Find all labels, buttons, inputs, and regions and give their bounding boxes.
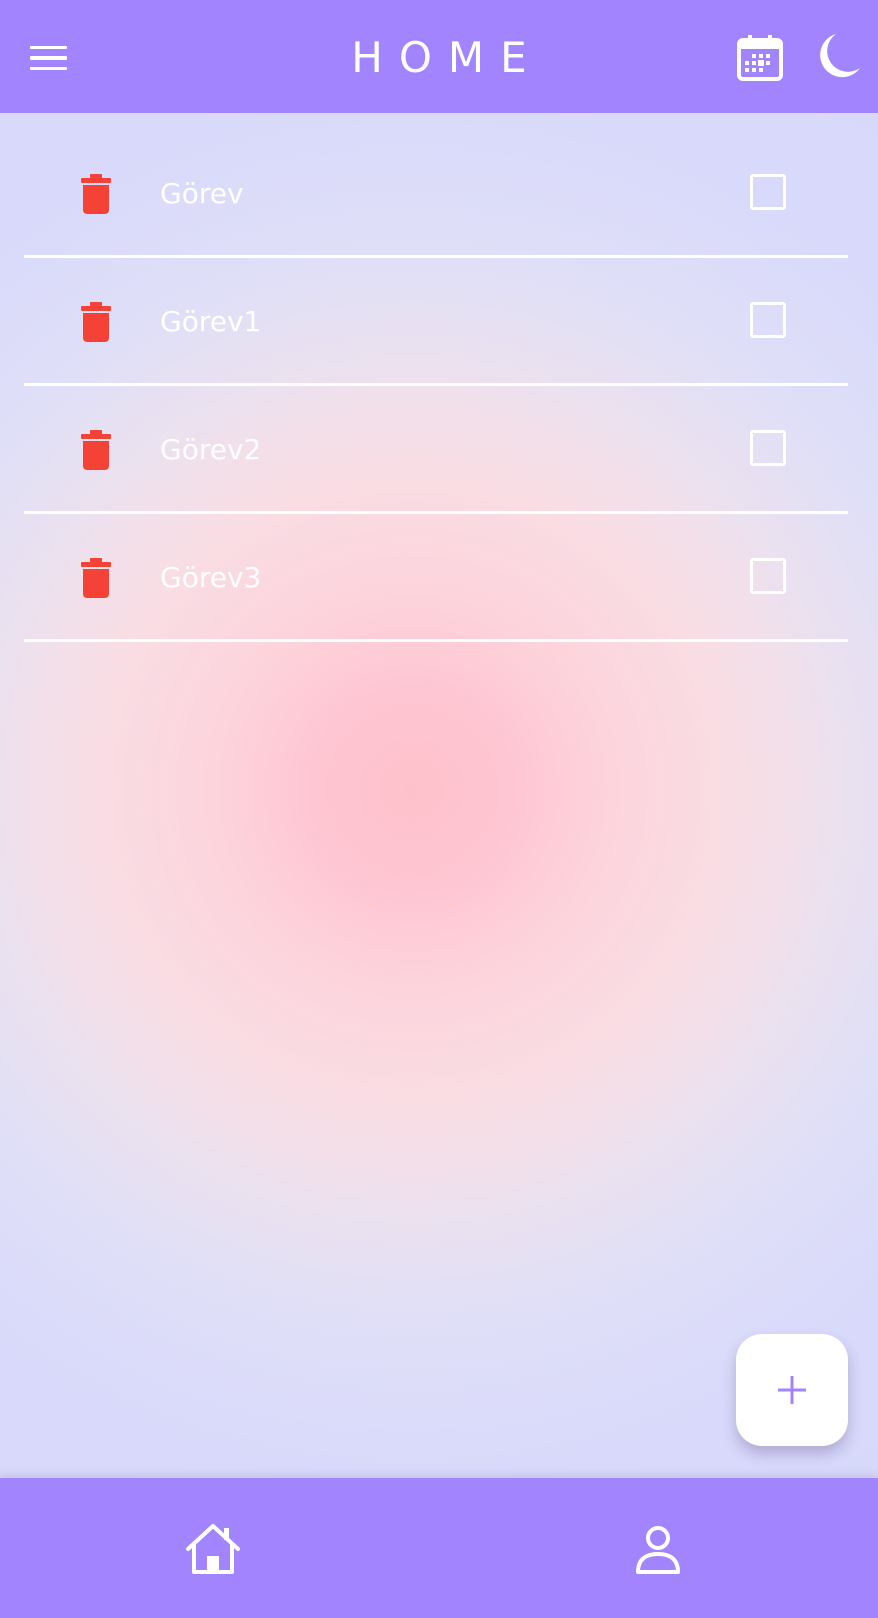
home-icon[interactable] (182, 1522, 244, 1576)
task-item: Görev1 (24, 258, 848, 386)
bottom-navigation (0, 1478, 878, 1618)
trash-icon[interactable] (76, 172, 116, 216)
task-item: Görev2 (24, 386, 848, 514)
task-checkbox[interactable] (750, 174, 786, 210)
task-checkbox[interactable] (750, 302, 786, 338)
trash-icon[interactable] (76, 556, 116, 600)
trash-icon[interactable] (76, 300, 116, 344)
add-task-button[interactable] (736, 1334, 848, 1446)
app-bar: HOME (0, 0, 878, 113)
calendar-icon[interactable] (736, 34, 784, 82)
task-label: Görev3 (160, 561, 262, 594)
trash-icon[interactable] (76, 428, 116, 472)
task-label: Görev1 (160, 305, 262, 338)
task-item: Görev (24, 130, 848, 258)
task-item: Görev3 (24, 514, 848, 642)
task-list: Görev Görev1 Görev2 Görev3 (24, 130, 848, 642)
task-label: Görev (160, 177, 244, 210)
app-screen: HOME Görev Görev1 Görev2 Görev3 (0, 0, 878, 1618)
task-checkbox[interactable] (750, 430, 786, 466)
moon-icon[interactable] (814, 30, 864, 82)
person-icon[interactable] (632, 1522, 684, 1576)
plus-icon (778, 1376, 806, 1404)
task-label: Görev2 (160, 433, 262, 466)
task-checkbox[interactable] (750, 558, 786, 594)
